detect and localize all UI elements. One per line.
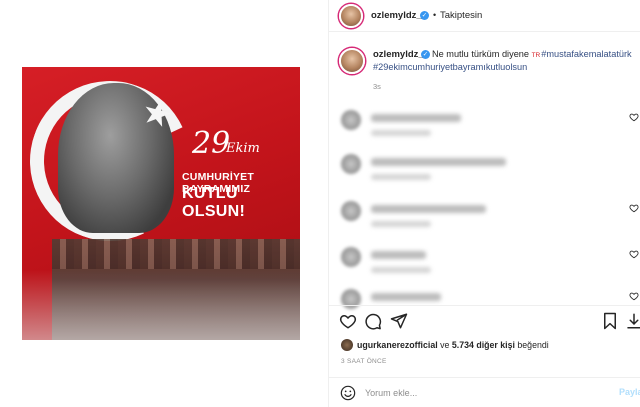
comment-row-blurred (329, 152, 640, 192)
heart-icon[interactable] (629, 203, 639, 213)
caption-username[interactable]: ozlemyldz_ (373, 49, 424, 60)
post-media[interactable]: ★ 29 Ekim CUMHURİYET BAYRAMIMIZ KUTLU OL… (0, 0, 328, 407)
flag-icon: TR (531, 52, 541, 59)
comment-icon[interactable] (364, 312, 382, 330)
bookmark-icon[interactable] (601, 312, 619, 330)
action-bar (329, 305, 640, 335)
comment-input[interactable] (365, 386, 595, 400)
header-username[interactable]: ozlemyldz_ (371, 10, 422, 21)
blurred-comment-meta (371, 267, 431, 273)
avatar[interactable] (341, 339, 353, 351)
blurred-comment-text (371, 251, 426, 259)
caption-text: Ne mutlu türküm diyene TR#mustafakemalat… (432, 49, 632, 59)
post-comment-button[interactable]: Paylaş (619, 387, 640, 397)
comment-row-blurred (329, 108, 640, 148)
heart-icon[interactable] (629, 249, 639, 259)
blurred-comment-text (371, 158, 506, 166)
add-comment-bar: Paylaş (329, 377, 640, 407)
avatar (341, 110, 361, 130)
verified-icon: ✓ (420, 11, 429, 20)
blurred-comment-text (371, 205, 486, 213)
paper-plane-icon[interactable] (390, 312, 408, 330)
post-sidebar: ozlemyldz_ ✓ • Takiptesin ozlemyldz_ ✓ N… (328, 0, 640, 407)
post-timestamp: 3 SAAT ÖNCE (341, 358, 387, 365)
comment-row-blurred (329, 199, 640, 239)
badge-number: 29 (192, 126, 231, 161)
avatar[interactable] (339, 4, 363, 28)
caption-time: 3s (373, 82, 381, 91)
blurred-comment-text (371, 114, 461, 122)
avatar (341, 154, 361, 174)
likes-count-link[interactable]: 5.734 diğer kişi (452, 340, 515, 350)
liker-username[interactable]: ugurkanerezofficial (357, 340, 438, 350)
separator-dot: • (433, 10, 437, 20)
badge-script: Ekim (226, 141, 260, 156)
badge-line-2: KUTLU OLSUN! (182, 185, 246, 220)
post-header: ozlemyldz_ ✓ • Takiptesin (329, 0, 640, 32)
likes-text: ugurkanerezofficial ve 5.734 diğer kişi … (357, 340, 549, 350)
hashtag-link[interactable]: #29ekimcumhuriyetbayramıkutluolsun (373, 62, 527, 72)
heart-icon[interactable] (629, 291, 639, 301)
verified-icon: ✓ (421, 50, 430, 59)
hashtag-link[interactable]: #mustafakemalatatürk (541, 49, 631, 59)
image-haze (22, 270, 300, 340)
comment-row-blurred (329, 245, 640, 285)
avatar (341, 247, 361, 267)
comment-row-blurred (329, 287, 640, 309)
following-button[interactable]: Takiptesin (440, 10, 482, 21)
blurred-comment-meta (371, 221, 431, 227)
post-image: ★ 29 Ekim CUMHURİYET BAYRAMIMIZ KUTLU OL… (22, 67, 300, 340)
heart-icon[interactable] (339, 312, 357, 330)
blurred-comment-meta (371, 174, 431, 180)
smiley-icon[interactable] (340, 385, 356, 401)
blurred-comment-text (371, 293, 441, 301)
download-icon[interactable] (625, 312, 640, 330)
blurred-comment-meta (371, 130, 431, 136)
heart-icon[interactable] (629, 112, 639, 122)
instagram-post: ★ 29 Ekim CUMHURİYET BAYRAMIMIZ KUTLU OL… (0, 0, 640, 407)
avatar (341, 201, 361, 221)
caption-avatar[interactable] (339, 48, 365, 74)
